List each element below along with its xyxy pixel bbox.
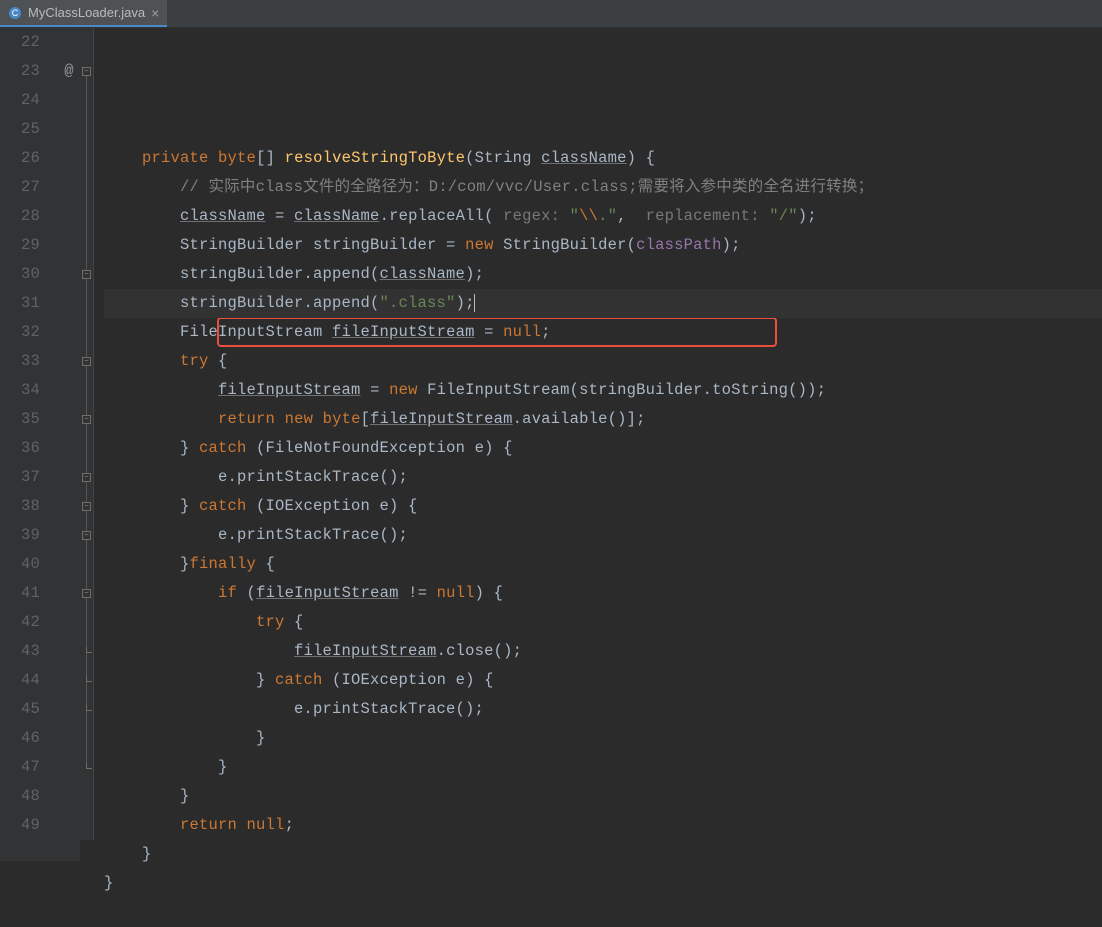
fold-toggle[interactable]: − bbox=[82, 589, 91, 598]
code-line[interactable]: e.printStackTrace(); bbox=[104, 463, 1102, 492]
line-number[interactable]: 43 bbox=[6, 637, 40, 666]
line-number[interactable]: 44 bbox=[6, 666, 40, 695]
line-number[interactable]: 37 bbox=[6, 463, 40, 492]
code-line[interactable] bbox=[104, 115, 1102, 144]
line-number[interactable]: 45 bbox=[6, 695, 40, 724]
line-number[interactable]: 33 bbox=[6, 347, 40, 376]
code-line[interactable]: } bbox=[104, 869, 1102, 898]
fold-toggle[interactable] bbox=[86, 705, 92, 711]
fold-gutter[interactable]: − − − − − − − − bbox=[80, 28, 94, 840]
line-number[interactable]: 24 bbox=[6, 86, 40, 115]
line-number-gutter[interactable]: 2223242526272829303132333435363738394041… bbox=[0, 28, 58, 861]
fold-toggle[interactable]: − bbox=[82, 531, 91, 540]
file-tab[interactable]: C MyClassLoader.java × bbox=[0, 0, 167, 27]
code-line[interactable]: }finally { bbox=[104, 550, 1102, 579]
fold-toggle[interactable]: − bbox=[82, 473, 91, 482]
tab-bar: C MyClassLoader.java × bbox=[0, 0, 1102, 28]
line-number[interactable]: 27 bbox=[6, 173, 40, 202]
line-number[interactable]: 29 bbox=[6, 231, 40, 260]
svg-text:C: C bbox=[12, 8, 19, 18]
code-line[interactable]: try { bbox=[104, 347, 1102, 376]
line-number[interactable]: 38 bbox=[6, 492, 40, 521]
line-number[interactable]: 39 bbox=[6, 521, 40, 550]
code-line[interactable]: StringBuilder stringBuilder = new String… bbox=[104, 231, 1102, 260]
line-number[interactable]: 30 bbox=[6, 260, 40, 289]
code-line[interactable]: try { bbox=[104, 608, 1102, 637]
line-number[interactable]: 42 bbox=[6, 608, 40, 637]
code-line[interactable]: } bbox=[104, 782, 1102, 811]
fold-toggle[interactable]: − bbox=[82, 357, 91, 366]
code-line[interactable]: } bbox=[104, 724, 1102, 753]
fold-toggle[interactable]: − bbox=[82, 67, 91, 76]
code-line[interactable]: return null; bbox=[104, 811, 1102, 840]
code-line[interactable]: } bbox=[104, 840, 1102, 869]
line-number[interactable]: 23 bbox=[6, 57, 40, 86]
code-line[interactable]: stringBuilder.append(".class"); bbox=[104, 289, 1102, 318]
code-line[interactable]: private byte[] resolveStringToByte(Strin… bbox=[104, 144, 1102, 173]
line-number[interactable]: 32 bbox=[6, 318, 40, 347]
line-number[interactable]: 26 bbox=[6, 144, 40, 173]
code-line[interactable]: if (fileInputStream != null) { bbox=[104, 579, 1102, 608]
fold-toggle[interactable] bbox=[86, 763, 92, 769]
class-icon: C bbox=[8, 6, 22, 20]
line-number[interactable]: 47 bbox=[6, 753, 40, 782]
override-icon: @ bbox=[58, 57, 80, 86]
fold-toggle[interactable]: − bbox=[82, 502, 91, 511]
close-icon[interactable]: × bbox=[151, 5, 159, 21]
code-editor[interactable]: 2223242526272829303132333435363738394041… bbox=[0, 28, 1102, 861]
fold-toggle[interactable]: − bbox=[82, 415, 91, 424]
line-number[interactable]: 34 bbox=[6, 376, 40, 405]
code-area[interactable]: private byte[] resolveStringToByte(Strin… bbox=[94, 28, 1102, 861]
line-number[interactable]: 48 bbox=[6, 782, 40, 811]
code-line[interactable]: fileInputStream.close(); bbox=[104, 637, 1102, 666]
code-line[interactable]: className = className.replaceAll( regex:… bbox=[104, 202, 1102, 231]
code-line[interactable]: return new byte[fileInputStream.availabl… bbox=[104, 405, 1102, 434]
line-number[interactable]: 25 bbox=[6, 115, 40, 144]
line-number[interactable]: 49 bbox=[6, 811, 40, 840]
fold-toggle[interactable]: − bbox=[82, 270, 91, 279]
code-line[interactable]: stringBuilder.append(className); bbox=[104, 260, 1102, 289]
code-line[interactable]: } catch (IOException e) { bbox=[104, 492, 1102, 521]
tab-label: MyClassLoader.java bbox=[28, 5, 145, 20]
line-number[interactable]: 35 bbox=[6, 405, 40, 434]
line-number[interactable]: 41 bbox=[6, 579, 40, 608]
code-line[interactable] bbox=[104, 898, 1102, 927]
code-line[interactable]: } catch (FileNotFoundException e) { bbox=[104, 434, 1102, 463]
fold-toggle[interactable] bbox=[86, 647, 92, 653]
annotation-gutter: @ bbox=[58, 28, 80, 861]
code-line[interactable]: e.printStackTrace(); bbox=[104, 521, 1102, 550]
code-line[interactable]: FileInputStream fileInputStream = null; bbox=[104, 318, 1102, 347]
line-number[interactable]: 36 bbox=[6, 434, 40, 463]
code-line[interactable]: e.printStackTrace(); bbox=[104, 695, 1102, 724]
line-number[interactable]: 28 bbox=[6, 202, 40, 231]
line-number[interactable]: 46 bbox=[6, 724, 40, 753]
line-number[interactable]: 22 bbox=[6, 28, 40, 57]
code-line[interactable]: } bbox=[104, 753, 1102, 782]
line-number[interactable]: 40 bbox=[6, 550, 40, 579]
code-line[interactable]: // 实际中class文件的全路径为：D:/com/vvc/User.class… bbox=[104, 173, 1102, 202]
fold-toggle[interactable] bbox=[86, 676, 92, 682]
code-line[interactable]: fileInputStream = new FileInputStream(st… bbox=[104, 376, 1102, 405]
line-number[interactable]: 31 bbox=[6, 289, 40, 318]
code-line[interactable]: } catch (IOException e) { bbox=[104, 666, 1102, 695]
